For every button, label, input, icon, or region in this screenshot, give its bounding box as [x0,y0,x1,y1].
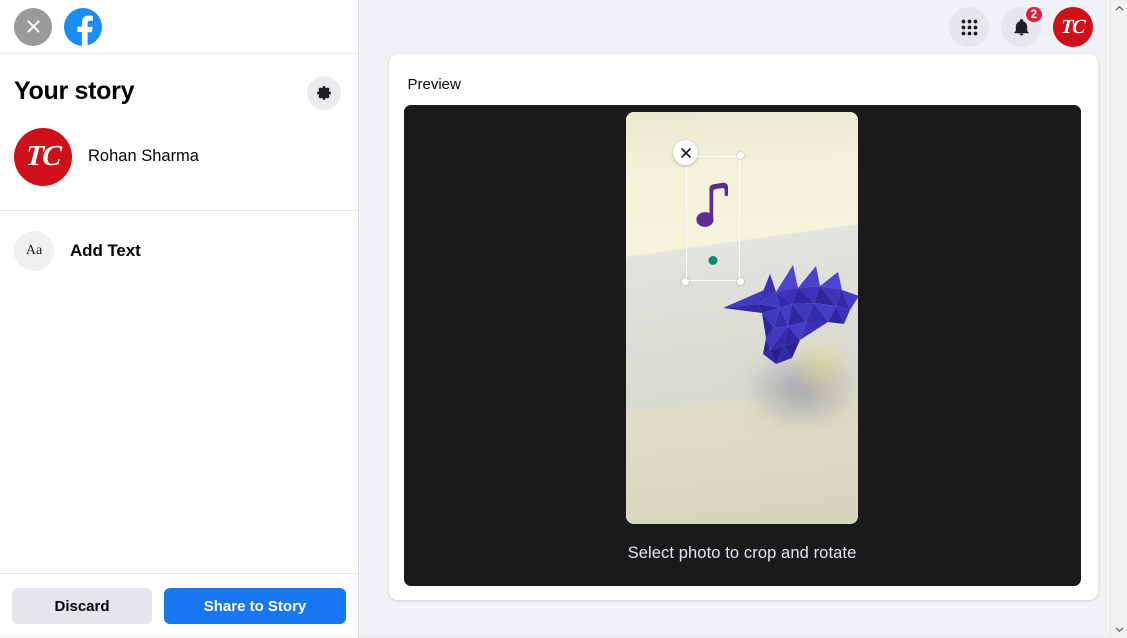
story-editor-app: Your story TC Rohan Sharma Aa Add Text D… [0,0,1127,638]
sidebar-footer: Discard Share to Story [0,573,358,638]
notification-badge: 2 [1023,5,1044,24]
text-tool-glyph: Aa [25,242,43,258]
page-scrollbar[interactable] [1110,0,1127,638]
scroll-up-button[interactable] [1110,0,1127,17]
chevron-down-icon [1115,627,1123,633]
resize-handle-bottom-right[interactable] [737,278,744,285]
apps-menu-button[interactable] [949,7,989,47]
scroll-down-button[interactable] [1110,621,1127,638]
add-text-label: Add Text [70,240,141,260]
notifications-button[interactable]: 2 [1001,5,1044,47]
story-settings-button[interactable] [307,76,341,110]
facebook-logo-icon [77,15,93,46]
page-title: Your story [14,77,135,105]
main-content: 2 TC Preview Select photo to crop and ro… [359,0,1127,638]
avatar-initials: TC [24,140,62,172]
story-photo[interactable] [626,112,858,524]
story-editor-sidebar: Your story TC Rohan Sharma Aa Add Text D… [0,0,359,638]
preview-label: Preview [407,76,461,93]
story-author-row: TC Rohan Sharma [0,106,358,211]
grid-menu-icon [961,19,977,35]
main-topbar: 2 TC [359,0,1127,54]
preview-card: Preview Select photo to crop and rotate [388,54,1098,600]
sticker-close-icon [680,147,691,158]
account-avatar-button[interactable]: TC [1053,7,1093,47]
gear-icon [317,86,331,100]
sticker-selection[interactable] [673,140,744,285]
close-x-icon [26,20,40,33]
sidebar-topbar [0,0,358,54]
close-button[interactable] [14,7,52,46]
music-note-sticker-icon [696,182,728,227]
author-name: Rohan Sharma [88,147,199,165]
share-to-story-button[interactable]: Share to Story [164,588,346,624]
add-text-tool[interactable]: Aa Add Text [0,211,358,291]
facebook-logo-button[interactable] [64,7,102,46]
avatar: TC [14,127,72,186]
chevron-up-icon [1115,5,1123,11]
resize-handle-top-right[interactable] [737,152,744,159]
text-tool-icon: Aa [14,230,54,271]
rotate-handle[interactable] [708,256,718,265]
discard-button[interactable]: Discard [12,588,152,624]
story-header: Your story [0,54,358,110]
sticker-close-button[interactable] [673,140,698,165]
stage-caption: Select photo to crop and rotate [627,544,857,562]
preview-stage: Select photo to crop and rotate [403,105,1081,586]
account-avatar-initials: TC [1060,16,1086,38]
resize-handle-bottom-left[interactable] [682,278,689,285]
